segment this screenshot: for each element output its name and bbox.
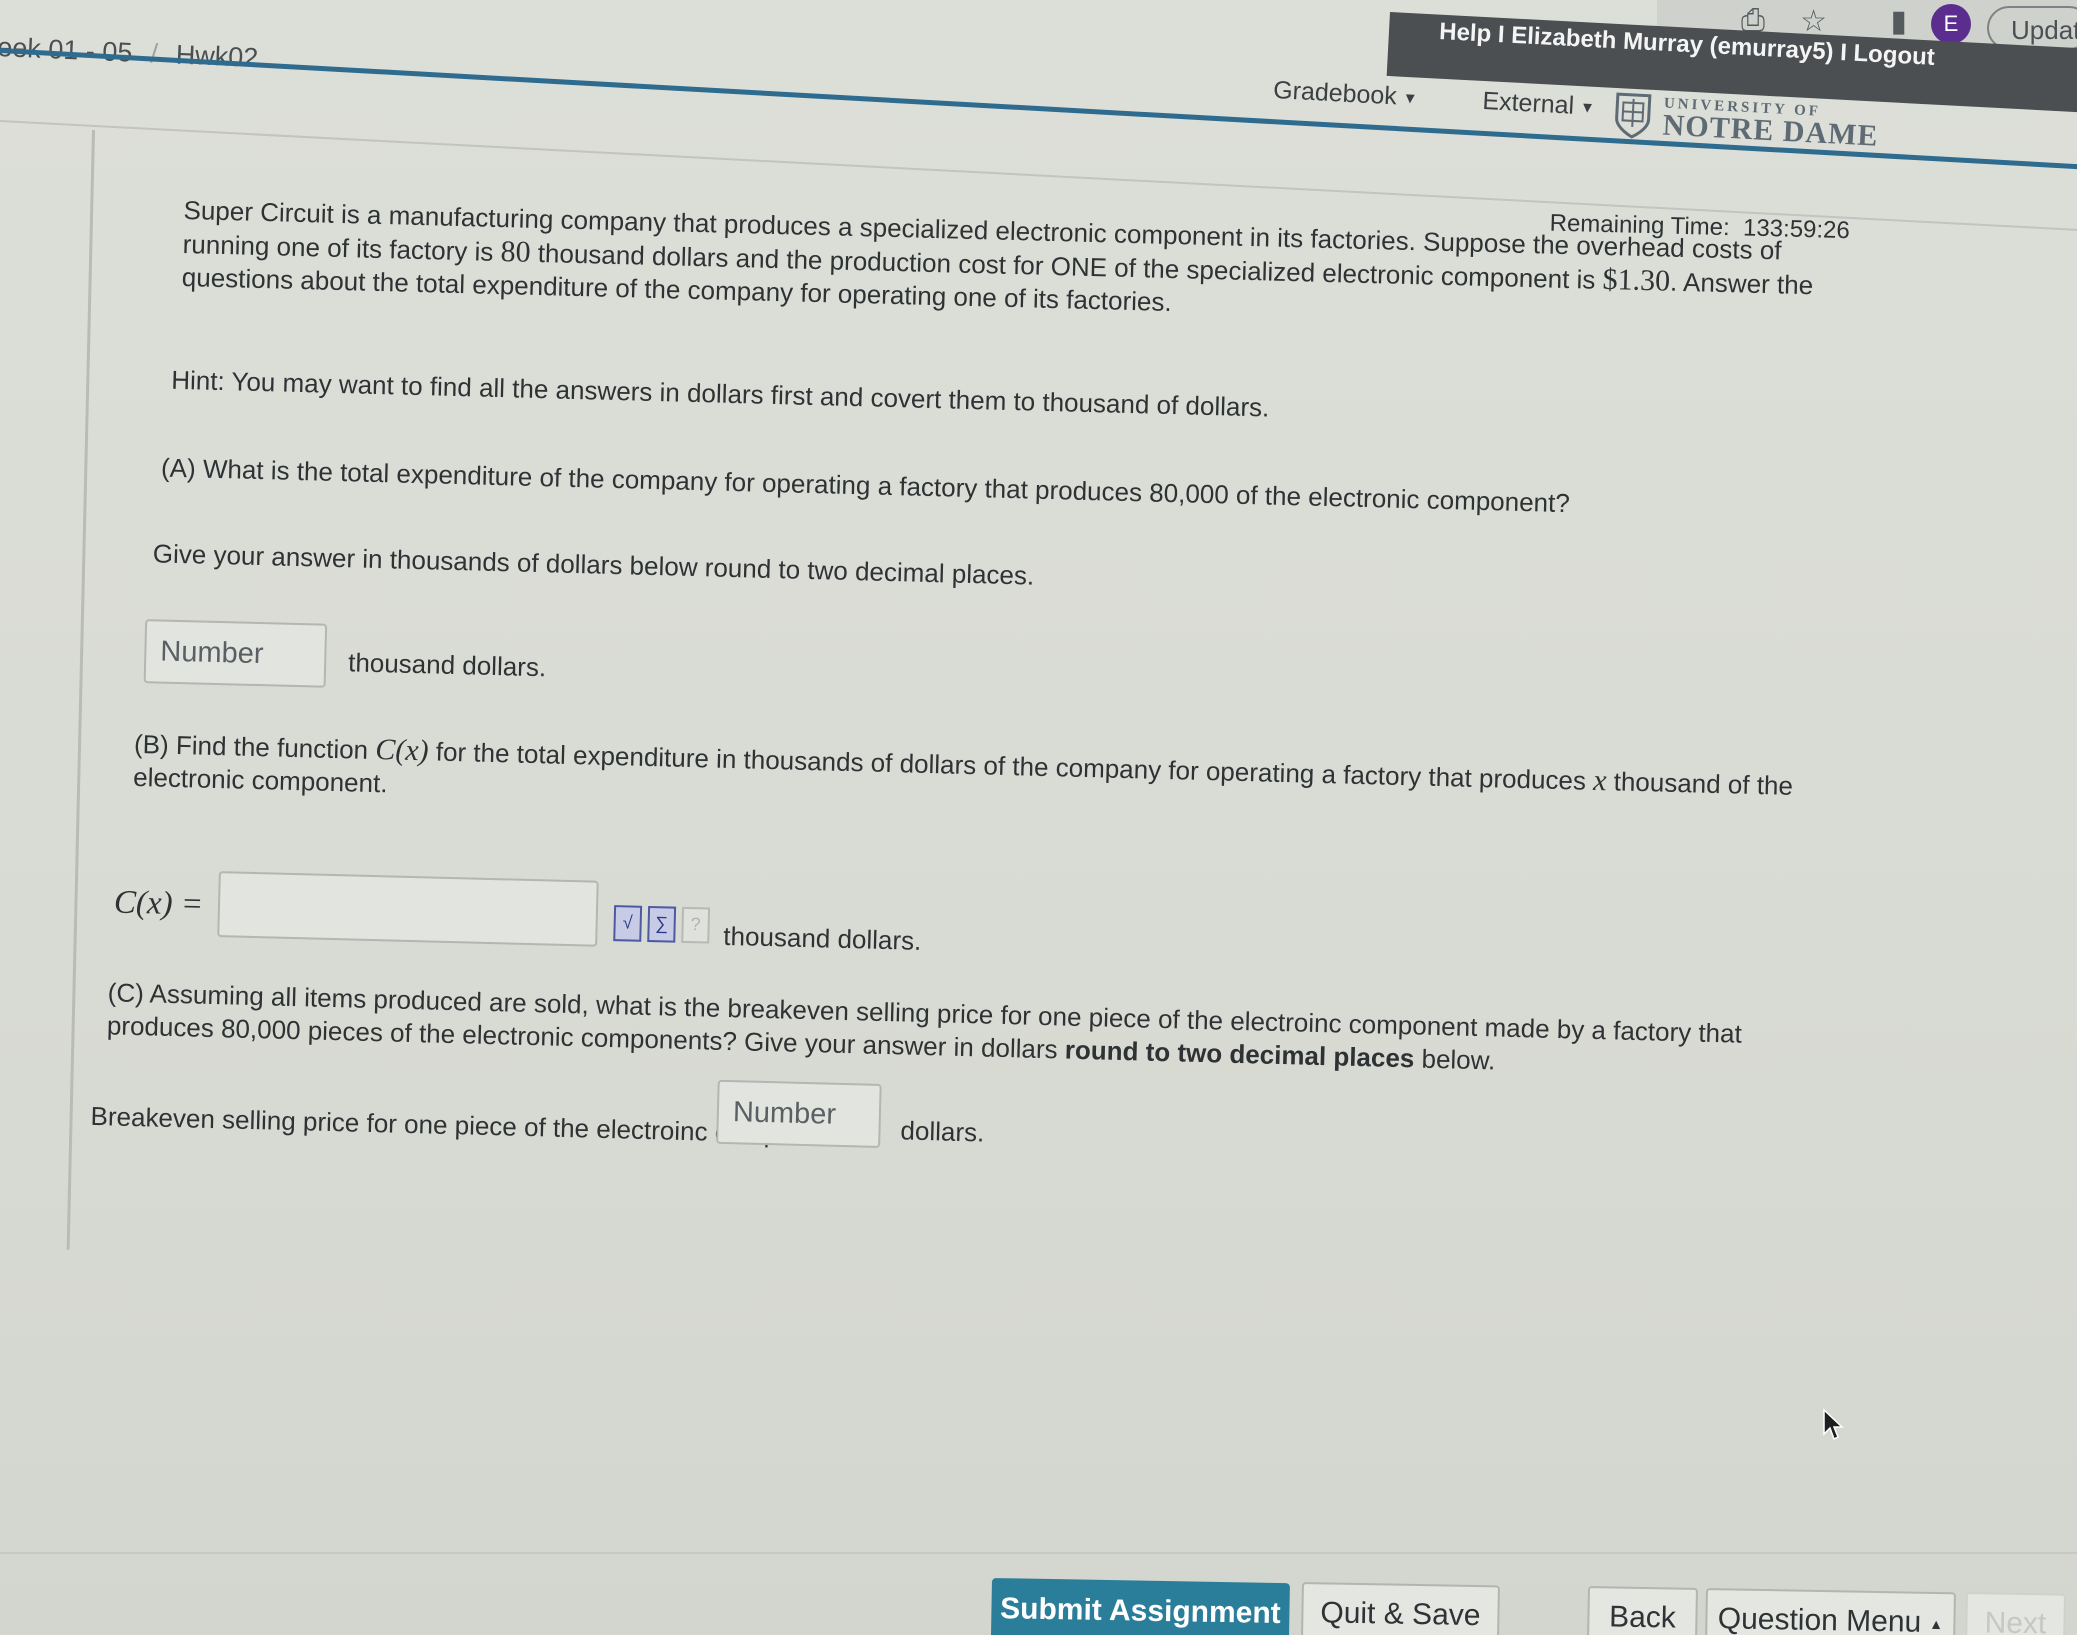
breadcrumb-separator: / <box>149 38 159 69</box>
caret-down-icon: ▼ <box>1579 98 1596 117</box>
part-a-unit: thousand dollars. <box>347 647 547 683</box>
timer-label: Remaining Time: <box>1549 209 1731 242</box>
mouse-cursor-icon <box>1823 1408 1844 1441</box>
caret-down-icon: ▼ <box>1402 89 1419 108</box>
submit-assignment-button[interactable]: Submit Assignment <box>990 1578 1290 1635</box>
part-c-bold: round to two decimal places <box>1064 1034 1415 1074</box>
external-menu[interactable]: External ▼ <box>1482 87 1596 122</box>
part-b-unit: thousand dollars. <box>723 920 922 956</box>
function-label: C(x) = <box>113 884 204 923</box>
part-c-question: (C) Assuming all items produced are sold… <box>107 976 1828 1086</box>
part-a-answer-input[interactable]: Number <box>143 619 328 688</box>
help-link[interactable]: Help <box>1439 18 1492 48</box>
timer-value: 133:59:26 <box>1742 214 1851 245</box>
part-c-unit: dollars. <box>900 1115 985 1148</box>
part-b-text-1: (B) Find the function <box>133 728 376 766</box>
equation-editor-icon[interactable]: √ <box>613 905 643 942</box>
unit-cost: $1.30 <box>1602 262 1671 298</box>
caret-up-icon: ▲ <box>1929 1615 1944 1633</box>
part-a-instruction: Give your answer in thousands of dollars… <box>152 538 1035 591</box>
equation-help-icon[interactable]: ? <box>681 906 711 944</box>
overhead-value: 80 <box>500 235 532 269</box>
part-c-text-2: below. <box>1413 1043 1496 1076</box>
shield-icon <box>1615 92 1652 139</box>
content-left-border <box>66 130 95 1250</box>
hint-text: Hint: You may want to find all the answe… <box>170 364 1270 423</box>
part-b-variable: x <box>1592 763 1607 798</box>
homework-page: ⎙ ☆ ▮ E Updat Help I Elizabeth Murray (e… <box>0 0 2077 1635</box>
next-button[interactable]: Next <box>1964 1592 2066 1635</box>
equation-editor-tools: √ ∑? <box>613 905 716 944</box>
part-c-text-1: (C) Assuming all items produced are sold… <box>106 977 1743 1065</box>
external-label: External <box>1481 86 1575 120</box>
equation-preview-icon[interactable]: ∑ <box>647 906 677 943</box>
question-menu-label: Question Menu <box>1717 1602 1922 1635</box>
part-b-text-2: for the total expenditure in thousands o… <box>428 736 1594 796</box>
footer-rule <box>0 1552 2077 1554</box>
logout-link[interactable]: Logout <box>1853 40 1936 71</box>
part-b-question: (B) Find the function C(x) for the total… <box>133 727 1854 838</box>
gradebook-label: Gradebook <box>1272 76 1398 111</box>
link-separator: I <box>1832 38 1855 67</box>
profile-avatar[interactable]: E <box>1931 4 1971 44</box>
back-button[interactable]: Back <box>1586 1586 1698 1635</box>
quit-save-button[interactable]: Quit & Save <box>1300 1582 1500 1635</box>
side-panel-icon[interactable]: ▮ <box>1890 4 1907 39</box>
part-b-function: C(x) <box>374 733 430 768</box>
question-menu-button[interactable]: Question Menu ▲ <box>1704 1588 1956 1635</box>
question-content: Remaining Time: 133:59:26 Super Circuit … <box>90 194 1883 1151</box>
link-separator: I <box>1490 20 1512 49</box>
breakeven-answer-input[interactable]: Number <box>716 1079 882 1148</box>
breadcrumb-assignment: Hwk02 <box>175 39 259 73</box>
function-answer-input[interactable] <box>217 871 599 947</box>
part-a-question: (A) What is the total expenditure of the… <box>160 452 1571 519</box>
gradebook-menu[interactable]: Gradebook ▼ <box>1272 76 1418 113</box>
